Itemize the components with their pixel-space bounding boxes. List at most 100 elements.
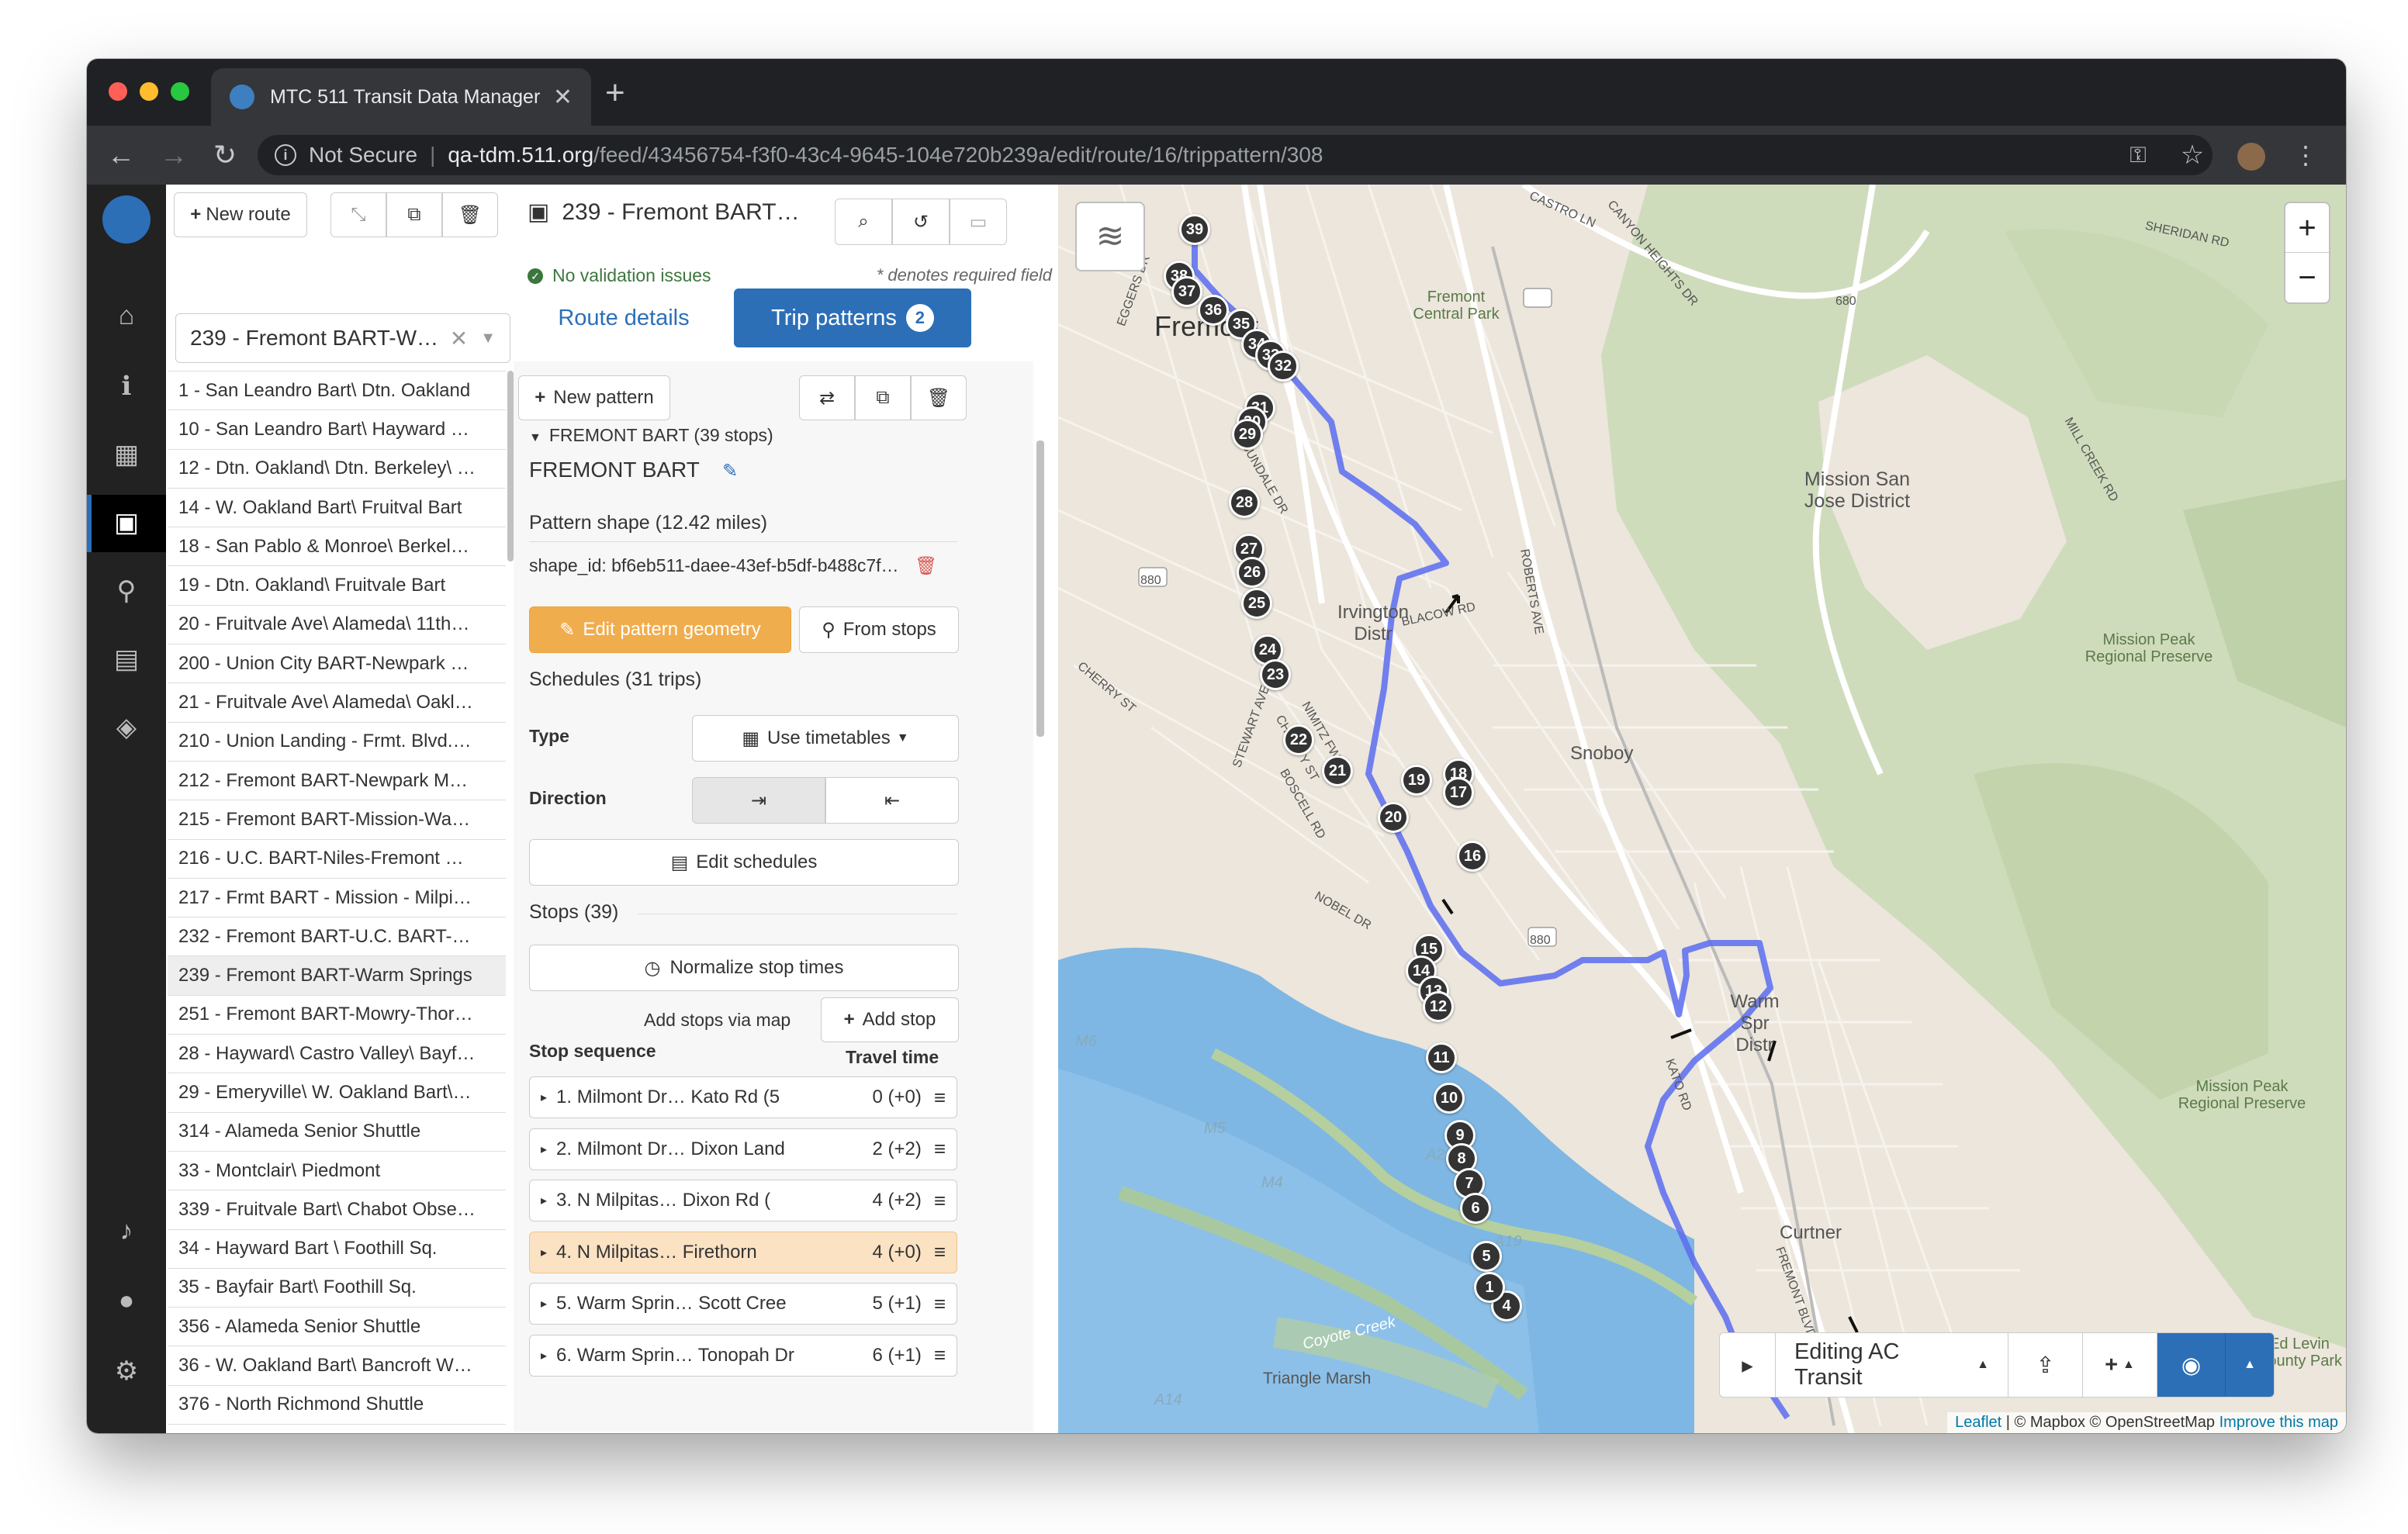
stop-marker[interactable]: 39 — [1179, 214, 1210, 245]
route-list-item[interactable]: 239 - Fremont BART-Warm Springs — [168, 956, 506, 996]
close-tab-icon[interactable]: ✕ — [553, 84, 573, 111]
route-list-item[interactable]: 210 - Union Landing - Frmt. Blvd.… — [168, 723, 506, 762]
direction-inbound-button[interactable]: ⇤ — [825, 777, 959, 824]
stop-marker[interactable]: 22 — [1283, 724, 1314, 755]
expand-panel-button[interactable]: ▸ — [1720, 1333, 1776, 1397]
route-list-item[interactable]: 19 - Dtn. Oakland\ Fruitvale Bart — [168, 566, 506, 606]
stop-marker[interactable]: 20 — [1378, 802, 1409, 833]
info-icon[interactable]: i — [275, 144, 296, 166]
stop-marker[interactable]: 5 — [1471, 1241, 1502, 1272]
screenshot-button[interactable]: ◉ — [2157, 1333, 2226, 1397]
stop-marker[interactable]: 29 — [1232, 419, 1263, 450]
map-pin-icon[interactable]: ⚲ — [87, 575, 166, 606]
route-list-scrollbar[interactable] — [507, 371, 514, 561]
back-icon[interactable]: ← — [102, 136, 140, 174]
stop-marker[interactable]: 28 — [1229, 487, 1260, 518]
stop-sequence-row[interactable]: ▸ 5. Warm Sprin… Scott Cree 5 (+1) ≡ — [529, 1283, 957, 1325]
route-select[interactable]: 239 - Fremont BART-W… ✕ ▼ — [175, 313, 510, 363]
stop-marker[interactable]: 36 — [1198, 295, 1229, 326]
route-list-item[interactable]: 35 - Bayfair Bart\ Foothill Sq. — [168, 1269, 506, 1308]
caret-right-icon[interactable]: ▸ — [541, 1142, 547, 1157]
route-list-item[interactable]: 217 - Frmt BART - Mission - Milpi… — [168, 879, 506, 918]
upload-button[interactable]: ⇪ — [2008, 1333, 2083, 1397]
building-icon[interactable]: ▦ — [87, 439, 166, 470]
browser-menu-icon[interactable]: ⋮ — [2287, 136, 2324, 174]
route-list-item[interactable]: 356 - Alameda Senior Shuttle — [168, 1308, 506, 1347]
stop-marker[interactable]: 16 — [1457, 841, 1488, 872]
route-list-item[interactable]: 215 - Fremont BART-Mission-Wa… — [168, 800, 506, 840]
chevron-down-icon[interactable]: ▼ — [480, 330, 496, 347]
stop-marker[interactable]: 26 — [1237, 557, 1268, 588]
tab-trip-patterns[interactable]: Trip patterns 2 — [734, 288, 971, 347]
new-pattern-button[interactable]: + New pattern — [518, 375, 670, 420]
stop-marker[interactable]: 10 — [1434, 1083, 1465, 1114]
stop-marker[interactable]: 1 — [1474, 1272, 1505, 1303]
editor-scrollbar[interactable] — [1036, 441, 1044, 737]
forward-icon[interactable]: → — [155, 136, 192, 174]
caret-right-icon[interactable]: ▸ — [541, 1193, 547, 1208]
caret-right-icon[interactable]: ▸ — [541, 1245, 547, 1260]
bookmark-star-icon[interactable]: ☆ — [2174, 136, 2211, 174]
calendar-icon[interactable]: ▤ — [87, 644, 166, 675]
stop-sequence-row[interactable]: ▸ 3. N Milpitas… Dixon Rd (4 (+2) ≡ — [529, 1180, 957, 1221]
caret-right-icon[interactable]: ▸ — [541, 1090, 547, 1105]
route-list-item[interactable]: 251 - Fremont BART-Mowry-Thor… — [168, 996, 506, 1035]
direction-outbound-button[interactable]: ⇥ — [692, 777, 825, 824]
route-list-item[interactable]: 200 - Union City BART-Newpark … — [168, 644, 506, 684]
bus-icon[interactable]: ▣ — [87, 507, 166, 538]
reload-icon[interactable]: ↻ — [206, 136, 244, 174]
pencil-icon[interactable]: ✎ — [722, 461, 738, 482]
duplicate-route-button[interactable]: ⧉ — [386, 192, 442, 237]
app-logo[interactable] — [102, 195, 150, 244]
drag-handle-icon[interactable]: ≡ — [934, 1086, 946, 1110]
address-bar[interactable]: i Not Secure | qa-tdm.511.org /feed/4345… — [258, 135, 2213, 175]
route-list-item[interactable]: 36 - W. Oakland Bart\ Bancroft W… — [168, 1346, 506, 1386]
stop-marker[interactable]: 32 — [1268, 351, 1299, 382]
reverse-pattern-button[interactable]: ⇄ — [799, 375, 855, 420]
route-list-item[interactable]: 29 - Emeryville\ W. Oakland Bart\… — [168, 1073, 506, 1113]
new-tab-icon[interactable]: + — [605, 76, 625, 110]
screenshot-options-button[interactable]: ▲ — [2226, 1333, 2274, 1397]
route-list-item[interactable]: 232 - Fremont BART-U.C. BART-… — [168, 917, 506, 957]
pattern-header[interactable]: ▼ FREMONT BART (39 stops) — [529, 425, 773, 446]
add-stop-button[interactable]: + Add stop — [821, 997, 959, 1042]
zoom-out-button[interactable]: − — [2285, 253, 2329, 302]
stop-marker[interactable]: 19 — [1401, 765, 1432, 796]
close-window-button[interactable] — [109, 82, 127, 101]
tab-route-details[interactable]: Route details — [518, 288, 729, 347]
stop-marker[interactable]: 25 — [1241, 588, 1272, 619]
stop-marker[interactable]: 21 — [1322, 755, 1353, 786]
route-list-item[interactable]: 376 - North Richmond Shuttle — [168, 1386, 506, 1425]
stop-marker[interactable]: 6 — [1460, 1193, 1491, 1224]
zoom-in-button[interactable]: + — [2285, 203, 2329, 253]
profile-avatar[interactable] — [2237, 143, 2265, 171]
ticket-icon[interactable]: ◈ — [87, 712, 166, 743]
stop-marker[interactable]: 37 — [1171, 276, 1202, 307]
search-button[interactable]: ⌕ — [835, 199, 892, 245]
route-list-item[interactable]: 12 - Dtn. Oakland\ Dtn. Berkeley\ … — [168, 450, 506, 489]
stop-marker[interactable]: 17 — [1443, 777, 1474, 808]
route-list-item[interactable]: 18 - San Pablo & Monroe\ Berkel… — [168, 527, 506, 567]
info-nav-icon[interactable]: i — [87, 371, 166, 402]
caret-right-icon[interactable]: ▸ — [541, 1348, 547, 1363]
normalize-stop-times-button[interactable]: ◷ Normalize stop times — [529, 945, 959, 991]
delete-pattern-button[interactable]: 🗑 — [911, 375, 967, 420]
stop-sequence-row[interactable]: ▸ 6. Warm Sprin… Tonopah Dr 6 (+1) ≡ — [529, 1334, 957, 1377]
layers-button[interactable]: ≋ — [1075, 202, 1145, 271]
drag-handle-icon[interactable]: ≡ — [934, 1240, 946, 1264]
drag-handle-icon[interactable]: ≡ — [934, 1343, 946, 1367]
maximize-window-button[interactable] — [171, 82, 189, 101]
delete-shape-icon[interactable]: 🗑 — [915, 555, 937, 575]
editing-agency-dropdown[interactable]: Editing AC Transit ▲ — [1776, 1333, 2008, 1397]
caret-right-icon[interactable]: ▸ — [541, 1296, 547, 1311]
home-icon[interactable]: ⌂ — [87, 301, 166, 331]
clear-selection-icon[interactable]: ✕ — [450, 326, 468, 351]
edit-schedules-button[interactable]: ▤ Edit schedules — [529, 839, 959, 886]
minimize-window-button[interactable] — [140, 82, 158, 101]
edit-pattern-geometry-button[interactable]: ✎ Edit pattern geometry — [529, 606, 791, 653]
duplicate-pattern-button[interactable]: ⧉ — [855, 375, 911, 420]
browser-tab[interactable]: MTC 511 Transit Data Manager ✕ — [211, 68, 591, 126]
drag-handle-icon[interactable]: ≡ — [934, 1292, 946, 1316]
stop-marker[interactable]: 12 — [1423, 991, 1454, 1022]
route-list-item[interactable]: 212 - Fremont BART-Newpark M… — [168, 762, 506, 801]
